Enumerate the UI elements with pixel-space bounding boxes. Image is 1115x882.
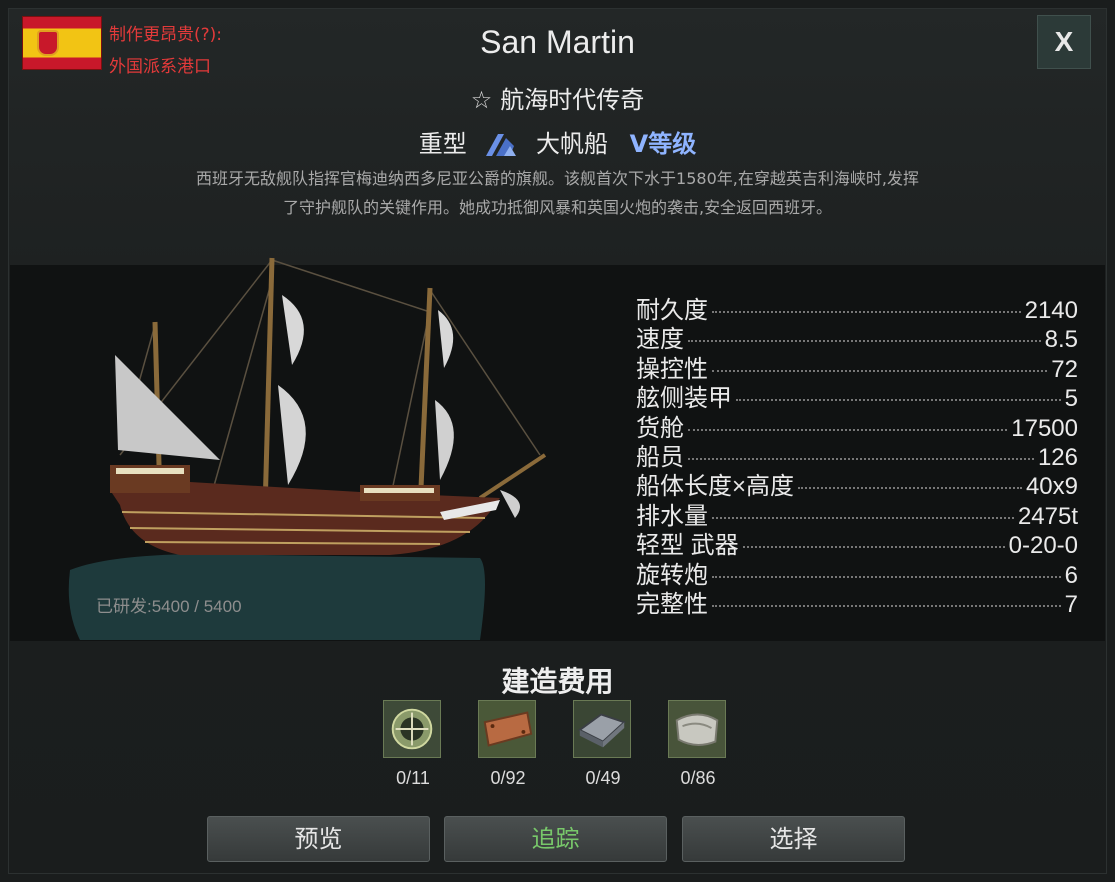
stat-value: 40x9 [1025,473,1078,501]
ship-stats-list: 耐久度 2140 速度 8.5 操控性 72 舷侧装甲 5 货舱 17500 船员 126 … [636,290,1078,618]
cost-count: 0/92 [490,768,526,788]
stat-value: 8.5 [1044,326,1078,354]
description-line: 了守护舰队的关键作用。她成功抵御风暴和英国火炮的袭击,安全返回西班牙。 [282,198,833,217]
cost-item[interactable]: 0/11 [383,700,443,788]
stat-value: 2475t [1017,502,1078,530]
tier-label: V等级 [629,130,697,158]
stat-value: 6 [1064,561,1078,589]
compass-icon [383,700,441,758]
canvas-cloth-icon [668,700,726,758]
build-cost-title: 建造费用 [501,665,614,698]
legend-row: ☆ 航海时代传奇 [0,80,1115,115]
stat-row: 耐久度 2140 [636,290,1078,324]
star-icon: ☆ [470,86,493,114]
ship-description: 西班牙无敌舰队指挥官梅迪纳西多尼亚公爵的旗舰。该舰首次下水于1580年,在穿越英… [100,164,1015,222]
stat-value: 17500 [1011,414,1078,442]
preview-button[interactable]: 预览 [207,816,430,862]
ship-name: San Martin [480,24,635,60]
description-line: 西班牙无敌舰队指挥官梅迪纳西多尼亚公爵的旗舰。该舰首次下水于1580年,在穿越英… [196,169,919,188]
stat-value: 5 [1064,385,1078,413]
stat-row: 完整性 7 [636,584,1078,618]
track-button[interactable]: 追踪 [444,816,667,862]
weight-class-label: 重型 [418,130,467,158]
close-button[interactable]: X [1037,15,1091,69]
stat-label: 完整性 [636,590,708,618]
stat-row: 操控性 72 [636,349,1078,383]
legend-label: 航海时代传奇 [500,86,645,114]
stat-value: 72 [1051,355,1078,383]
stat-row: 排水量 2475t [636,496,1078,530]
cost-item[interactable]: 0/92 [478,700,538,788]
stat-value: 126 [1037,443,1078,471]
galleon-ship-image [68,257,547,640]
cost-count: 0/11 [396,768,430,788]
cost-count: 0/49 [585,768,621,788]
stat-row: 轻型 武器 0-20-0 [636,525,1078,559]
stat-value: 0-20-0 [1008,532,1078,560]
copper-plate-icon [478,700,536,758]
research-progress: 已研发:5400 / 5400 [96,597,242,616]
stat-row: 船体长度×高度 40x9 [636,466,1078,500]
stat-value: 7 [1064,590,1078,618]
galleon-type-icon [486,134,517,156]
select-button[interactable]: 选择 [682,816,905,862]
ship-class-row: 重型 大帆船 V等级 [0,124,1115,159]
ship-class-label: 大帆船 [536,130,609,158]
cost-item[interactable]: 0/49 [573,700,633,788]
cost-count: 0/86 [680,768,716,788]
stat-row: 舷侧装甲 5 [636,378,1078,412]
cost-item[interactable]: 0/86 [668,700,728,788]
stat-value: 2140 [1024,297,1078,324]
iron-ingot-icon [573,700,631,758]
